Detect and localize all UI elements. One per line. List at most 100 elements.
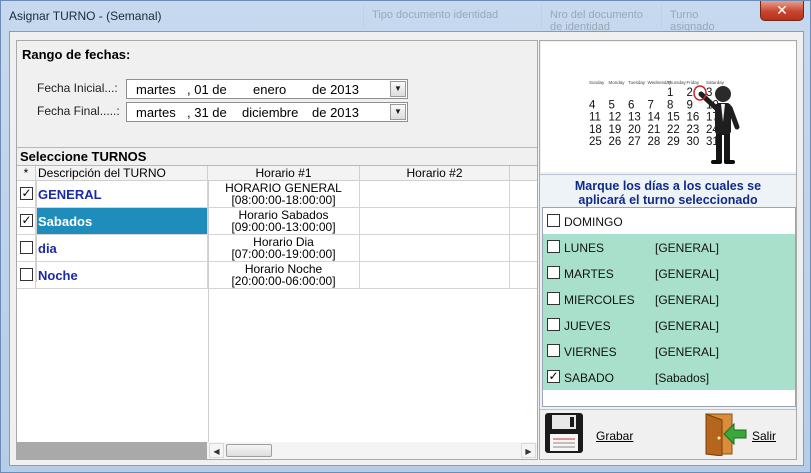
horario-time: [09:00:00-13:00:00] xyxy=(231,220,336,234)
end-date-weekday: martes xyxy=(136,105,176,120)
end-date-year: de 2013 xyxy=(312,105,359,120)
row-checkbox[interactable]: ✓ xyxy=(20,214,33,227)
day-name: SABADO xyxy=(564,371,615,385)
background-hint: Nro del documento de identidad xyxy=(541,5,656,33)
background-hint: Turno asignado xyxy=(661,5,731,33)
column-header-description[interactable]: Descripción del TURNO xyxy=(36,166,208,181)
turno-name[interactable]: dia xyxy=(36,235,208,261)
calendar-day: 11 xyxy=(589,112,601,124)
scroll-right-icon[interactable]: ▶ xyxy=(521,443,536,458)
start-date-picker[interactable]: martes , 01 de enero de 2013 ▼ xyxy=(126,79,408,99)
calendar-illustration: Sunday Monday Tuesday Wednesday Thursday Frid… xyxy=(541,42,796,172)
horario-2-cell xyxy=(360,181,510,207)
start-date-weekday: martes xyxy=(136,82,176,97)
turno-name[interactable]: Sabados xyxy=(36,208,208,234)
day-turno: [GENERAL] xyxy=(655,293,720,307)
calendar-weekday: Thursday xyxy=(667,80,687,85)
save-button[interactable]: Grabar xyxy=(542,410,642,458)
checkbox-cell xyxy=(17,262,36,288)
day-checkbox[interactable]: ✓ xyxy=(547,370,560,383)
day-checkbox[interactable] xyxy=(547,344,560,357)
chevron-down-icon[interactable]: ▼ xyxy=(390,81,406,97)
businessman-figure xyxy=(693,85,740,164)
calendar-day: 28 xyxy=(648,136,661,148)
calendar-weekday: Friday xyxy=(687,80,700,85)
day-checkbox[interactable] xyxy=(547,292,560,305)
calendar-day: 9 xyxy=(687,99,693,111)
horario-time: [20:00:00-06:00:00] xyxy=(231,274,336,288)
table-row[interactable]: Noche Horario Noche [20:00:00-06:00:00] xyxy=(17,262,537,289)
day-item-viernes[interactable]: VIERNES [GENERAL] xyxy=(543,338,795,364)
calendar-grid: Sunday Monday Tuesday WednesdayThursday Frid… xyxy=(589,80,725,148)
close-button[interactable]: ✕ xyxy=(760,1,804,21)
day-item-miercoles[interactable]: MIERCOLES [GENERAL] xyxy=(543,286,795,312)
calendar-day: 30 xyxy=(687,136,700,148)
day-name: MARTES xyxy=(564,267,614,281)
row-checkbox[interactable] xyxy=(20,241,33,254)
day-name: DOMINGO xyxy=(564,215,623,229)
column-header-horario-1[interactable]: Horario #1 xyxy=(208,166,360,181)
horario-1-cell: Horario Dia [07:00:00-19:00:00] xyxy=(208,235,360,261)
scrollbar-thumb[interactable] xyxy=(226,444,272,457)
calendar-day: 16 xyxy=(687,112,700,124)
turnos-grid: * Descripción del TURNO Horario #1 Horar… xyxy=(17,165,537,459)
horario-2-cell xyxy=(360,235,510,261)
exit-button[interactable]: Salir xyxy=(700,410,794,458)
grid-header: * Descripción del TURNO Horario #1 Horar… xyxy=(17,166,537,181)
date-range-title: Rango de fechas: xyxy=(22,47,131,62)
calendar-day: 29 xyxy=(667,136,680,148)
turno-name[interactable]: GENERAL xyxy=(36,181,208,207)
days-prompt: Marque los días a los cuales se aplicará… xyxy=(540,174,796,207)
calendar-weekday: Sunday xyxy=(589,80,605,85)
horario-2-cell xyxy=(360,208,510,234)
start-date-year: de 2013 xyxy=(312,82,359,97)
calendar-day: 26 xyxy=(609,136,622,148)
column-header-select[interactable]: * xyxy=(17,166,36,181)
day-checkbox[interactable] xyxy=(547,266,560,279)
column-header-horario-2[interactable]: Horario #2 xyxy=(360,166,510,181)
horario-1-cell: Horario Noche [20:00:00-06:00:00] xyxy=(208,262,360,288)
scrollbar-frozen-area xyxy=(17,442,207,459)
calendar-day: 7 xyxy=(648,99,654,111)
calendar-weekday: Monday xyxy=(609,80,626,85)
chevron-down-icon[interactable]: ▼ xyxy=(390,104,406,120)
day-item-domingo[interactable]: DOMINGO xyxy=(543,208,795,234)
day-checkbox[interactable] xyxy=(547,240,560,253)
day-name: JUEVES xyxy=(564,319,611,333)
calendar-day: 22 xyxy=(667,124,680,136)
row-checkbox[interactable] xyxy=(20,268,33,281)
day-checkbox[interactable] xyxy=(547,318,560,331)
calendar-day: 12 xyxy=(609,112,622,124)
dialog-body: Rango de fechas: Fecha Inicial...: marte… xyxy=(9,31,804,466)
exit-door-icon xyxy=(705,413,747,456)
day-item-martes[interactable]: MARTES [GENERAL] xyxy=(543,260,795,286)
day-turno: [GENERAL] xyxy=(655,319,720,333)
calendar-weekday: Saturday xyxy=(706,80,725,85)
left-panel: Rango de fechas: Fecha Inicial...: marte… xyxy=(16,40,538,460)
row-checkbox[interactable]: ✓ xyxy=(20,187,33,200)
end-date-label: Fecha Final.....: xyxy=(37,104,120,118)
right-panel: Sunday Monday Tuesday Wednesday Thursday Frid… xyxy=(539,40,797,460)
day-checkbox[interactable] xyxy=(547,214,560,227)
horario-2-cell xyxy=(360,262,510,288)
horizontal-scrollbar[interactable]: ◀ ▶ xyxy=(17,442,537,459)
turno-name[interactable]: Noche xyxy=(36,262,208,288)
calendar-day: 19 xyxy=(609,124,622,136)
scroll-left-icon[interactable]: ◀ xyxy=(209,443,224,458)
end-date-picker[interactable]: martes , 31 de diciembre de 2013 ▼ xyxy=(126,102,408,122)
days-prompt-line-2: aplicará el turno seleccionado xyxy=(578,193,758,207)
day-item-lunes[interactable]: LUNES [GENERAL] xyxy=(543,234,795,260)
table-row[interactable]: ✓ GENERAL HORARIO GENERAL [08:00:00-18:0… xyxy=(17,181,537,208)
grid-divider xyxy=(36,181,37,282)
table-row[interactable]: dia Horario Dia [07:00:00-19:00:00] xyxy=(17,235,537,262)
day-turno: [GENERAL] xyxy=(655,345,720,359)
table-row[interactable]: ✓ Sabados Horario Sabados [09:00:00-13:0… xyxy=(17,208,537,235)
calendar-day: 23 xyxy=(687,124,700,136)
calendar-day: 14 xyxy=(648,112,661,124)
day-item-jueves[interactable]: JUEVES [GENERAL] xyxy=(543,312,795,338)
day-turno: [GENERAL] xyxy=(655,267,720,281)
day-item-sabado[interactable]: ✓ SABADO [Sabados] xyxy=(543,364,795,390)
calendar-day: 5 xyxy=(609,99,615,111)
checkbox-cell: ✓ xyxy=(17,181,36,207)
calendar-day: 6 xyxy=(628,99,634,111)
